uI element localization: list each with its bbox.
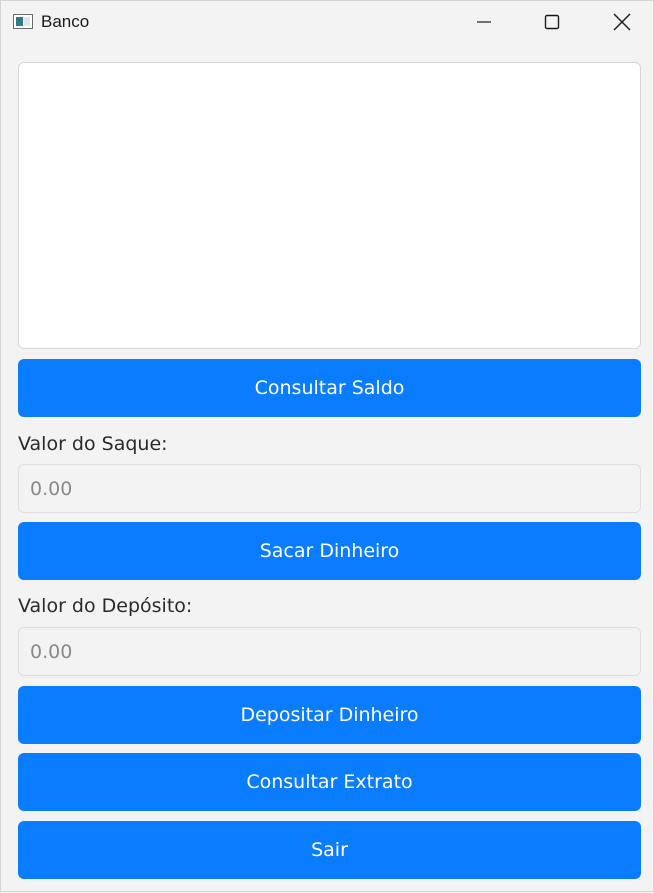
window-title: Banco xyxy=(41,12,90,31)
main-content: Consultar Saldo Valor do Saque: Sacar Di… xyxy=(1,43,653,893)
maximize-icon xyxy=(544,14,560,30)
app-window: Banco Consultar Saldo Valor do Saque: Sa… xyxy=(0,0,654,892)
minimize-icon xyxy=(477,21,491,23)
close-icon xyxy=(613,13,631,31)
consultar-extrato-button[interactable]: Consultar Extrato xyxy=(18,753,641,811)
saque-input[interactable] xyxy=(18,464,641,513)
deposito-input[interactable] xyxy=(18,627,641,676)
deposito-label: Valor do Depósito: xyxy=(18,595,193,617)
close-button[interactable] xyxy=(599,1,645,43)
output-textarea[interactable] xyxy=(18,62,641,349)
minimize-button[interactable] xyxy=(461,1,507,43)
depositar-dinheiro-button[interactable]: Depositar Dinheiro xyxy=(18,686,641,744)
sair-button[interactable]: Sair xyxy=(18,821,641,879)
app-icon xyxy=(13,14,33,29)
title-bar[interactable]: Banco xyxy=(1,1,653,43)
maximize-button[interactable] xyxy=(529,1,575,43)
consultar-saldo-button[interactable]: Consultar Saldo xyxy=(18,359,641,417)
sacar-dinheiro-button[interactable]: Sacar Dinheiro xyxy=(18,522,641,580)
saque-label: Valor do Saque: xyxy=(18,433,168,455)
